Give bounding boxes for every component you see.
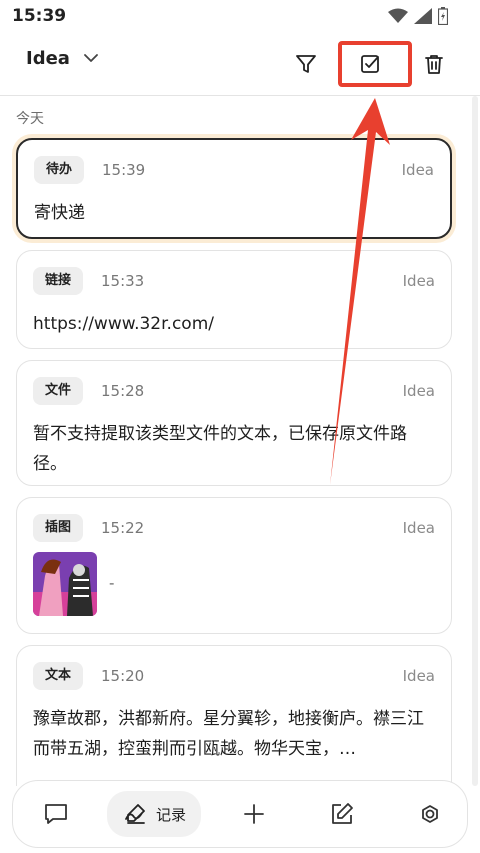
record-time: 15:39 — [102, 161, 146, 179]
scrollbar[interactable] — [472, 96, 478, 786]
add-icon — [244, 804, 264, 824]
record-card[interactable]: 插图 15:22 Idea - — [16, 497, 452, 634]
record-card[interactable]: 待办 15:39 Idea 寄快递 — [16, 138, 452, 239]
edit-icon — [332, 803, 353, 824]
record-source: Idea — [401, 161, 434, 179]
delete-button[interactable] — [416, 46, 452, 82]
wifi-icon — [388, 8, 408, 23]
nav-chat[interactable] — [33, 791, 79, 837]
record-source: Idea — [402, 272, 435, 290]
record-time: 15:28 — [101, 382, 145, 400]
status-icons — [388, 7, 448, 25]
annotation-highlight-box — [338, 41, 412, 87]
record-tag: 文本 — [33, 662, 84, 690]
trash-icon — [425, 55, 443, 74]
section-label-today: 今天 — [16, 111, 44, 127]
record-icon — [125, 804, 145, 824]
nav-edit[interactable] — [319, 791, 365, 837]
record-source: Idea — [402, 382, 435, 400]
signal-icon — [414, 8, 432, 24]
record-list[interactable]: 今天 待办 15:39 Idea 寄快递 链接 15:33 Idea https… — [0, 96, 470, 786]
filter-icon — [296, 55, 316, 73]
record-content: 暂不支持提取该类型文件的文本，已保存原文件路径。 — [33, 424, 407, 474]
record-source: Idea — [402, 667, 435, 685]
record-content: https://www.32r.com/ — [33, 314, 214, 334]
record-tag: 文件 — [33, 377, 84, 405]
record-source: Idea — [402, 519, 435, 537]
battery-icon — [438, 7, 448, 25]
settings-icon — [422, 805, 438, 823]
image-caption: - — [109, 574, 115, 592]
record-card[interactable]: 文本 15:20 Idea 豫章故郡，洪都新府。星分翼轸，地接衡庐。襟三江而带五… — [16, 645, 452, 786]
status-bar: 15:39 — [0, 0, 480, 34]
record-card[interactable]: 文件 15:28 Idea 暂不支持提取该类型文件的文本，已保存原文件路径。 — [16, 360, 452, 486]
record-time: 15:20 — [101, 667, 145, 685]
illustration-image — [33, 552, 97, 616]
record-tag: 待办 — [34, 156, 85, 184]
record-content: 豫章故郡，洪都新府。星分翼轸，地接衡庐。襟三江而带五湖，控蛮荆而引瓯越。物华天宝… — [33, 709, 424, 759]
nav-add[interactable] — [231, 791, 277, 837]
nav-record[interactable]: 记录 — [107, 791, 201, 837]
record-time: 15:22 — [101, 519, 145, 537]
nav-settings[interactable] — [407, 791, 453, 837]
notebook-switcher[interactable]: Idea — [26, 48, 98, 69]
chat-icon — [45, 804, 67, 824]
nav-record-label: 记录 — [155, 805, 186, 824]
page-title: Idea — [26, 48, 70, 69]
record-time: 15:33 — [101, 272, 145, 290]
status-time: 15:39 — [12, 6, 67, 26]
record-tag: 链接 — [33, 267, 84, 295]
chevron-down-icon — [84, 54, 98, 62]
record-card[interactable]: 链接 15:33 Idea https://www.32r.com/ — [16, 250, 452, 349]
record-tag: 插图 — [33, 514, 84, 542]
bottom-nav: 记录 — [12, 780, 468, 848]
image-thumbnail[interactable] — [33, 552, 97, 616]
record-content: 寄快递 — [34, 203, 85, 223]
filter-button[interactable] — [288, 46, 324, 82]
